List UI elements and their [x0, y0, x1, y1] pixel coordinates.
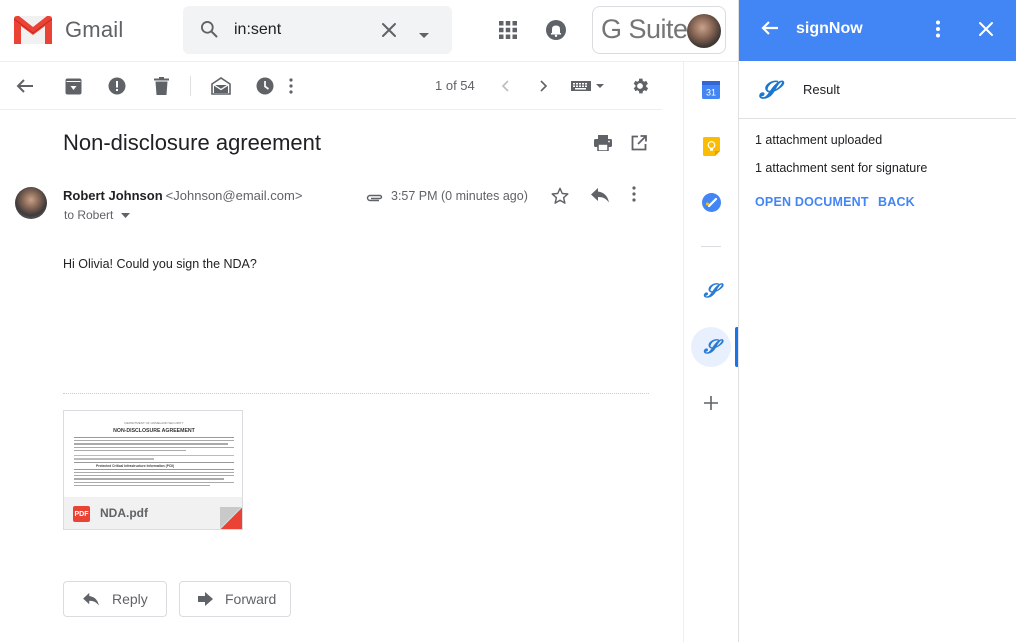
attachment-footer: PDF NDA.pdf — [64, 497, 242, 529]
recipient-details-dropdown-icon[interactable] — [121, 212, 131, 218]
pdf-file-icon: PDF — [73, 506, 90, 522]
back-button[interactable]: BACK — [878, 195, 915, 209]
plus-icon — [704, 396, 718, 410]
calendar-icon: 31 — [702, 81, 720, 99]
mark-as-unread-icon[interactable] — [211, 76, 231, 96]
keep-lightbulb-icon — [702, 136, 720, 156]
panel-header: signNow — [739, 0, 1016, 61]
panel-section-title: Result — [803, 82, 840, 97]
star-icon[interactable] — [550, 186, 570, 211]
preview-rule — [74, 437, 234, 438]
pagination-count: 1 of 54 — [435, 78, 475, 93]
search-options-dropdown-icon[interactable] — [419, 26, 429, 44]
email-body: Hi Olivia! Could you sign the NDA? — [63, 257, 257, 271]
clear-search-icon[interactable] — [379, 20, 399, 45]
open-in-new-window-icon[interactable] — [631, 135, 647, 156]
delete-icon[interactable] — [151, 76, 171, 96]
snooze-icon[interactable] — [255, 76, 275, 96]
gmail-wordmark: Gmail — [65, 17, 124, 42]
message-timestamp: 3:57 PM (0 minutes ago) — [391, 189, 528, 203]
back-arrow-icon[interactable] — [15, 76, 35, 96]
recipient-text: to Robert — [64, 208, 114, 222]
signnow-side-panel: signNow 𝓢 Result 1 attachment uploaded 1… — [738, 0, 1016, 642]
top-bar: Gmail in:sent G Suite — [0, 0, 738, 62]
gmail-window: Gmail in:sent G Suite 1 of 54 Non-disclo… — [0, 0, 1016, 642]
rail-signnow-addon[interactable]: 𝓢 — [696, 276, 726, 306]
gmail-logo[interactable] — [14, 16, 52, 44]
rail-get-addons[interactable] — [696, 388, 726, 418]
calendar-day: 31 — [706, 88, 716, 98]
forward-arrow-icon — [198, 592, 213, 606]
upload-status-text: 1 attachment uploaded — [755, 133, 883, 147]
search-icon[interactable] — [199, 19, 219, 44]
preview-text-lines-2 — [74, 471, 234, 487]
reply-arrow-icon — [83, 592, 99, 606]
preview-section: Protected Critical Infrastructure Inform… — [74, 461, 234, 470]
signnow-logo-icon: 𝓢 — [703, 280, 719, 302]
more-options-icon[interactable] — [281, 76, 301, 96]
signnow-brand-icon: 𝓢 — [759, 75, 778, 104]
google-apps-icon[interactable] — [498, 20, 518, 45]
signnow-active-logo-icon: 𝓢 — [703, 336, 719, 358]
gmail-logo-icon — [14, 16, 52, 44]
email-subject: Non-disclosure agreement — [63, 130, 322, 155]
panel-back-arrow-icon[interactable] — [761, 20, 779, 41]
sender-name[interactable]: Robert Johnson — [63, 188, 163, 203]
side-panel-rail: 31 𝓢 𝓢 — [683, 62, 739, 642]
gsuite-account-button[interactable]: G Suite — [592, 6, 726, 54]
forward-button[interactable]: Forward — [179, 581, 291, 617]
rail-tasks[interactable] — [696, 187, 726, 217]
attachment-preview: DEPARTMENT OF HOMELAND SECURITY NON-DISC… — [72, 417, 236, 497]
reply-button-label: Reply — [112, 591, 148, 607]
recipient-line[interactable]: to Robert — [64, 208, 131, 222]
message-more-options-icon[interactable] — [632, 186, 636, 207]
account-avatar[interactable] — [687, 14, 721, 48]
preview-title: NON-DISCLOSURE AGREEMENT — [113, 428, 195, 434]
panel-title: signNow — [796, 20, 863, 37]
rail-keep[interactable] — [696, 131, 726, 161]
panel-close-icon[interactable] — [978, 21, 994, 42]
rail-calendar[interactable]: 31 — [696, 75, 726, 105]
report-spam-icon[interactable] — [107, 76, 127, 96]
preview-text-lines — [74, 440, 234, 460]
older-chevron-icon[interactable] — [534, 76, 554, 96]
attachments-divider — [63, 393, 649, 394]
settings-gear-icon[interactable] — [630, 76, 650, 96]
newer-chevron-icon[interactable] — [495, 76, 515, 96]
search-bar[interactable]: in:sent — [183, 6, 452, 54]
toolbar-divider — [190, 76, 191, 96]
sender-line: Robert Johnson <Johnson@email.com> — [63, 188, 302, 203]
forward-button-label: Forward — [225, 591, 277, 607]
preview-header: DEPARTMENT OF HOMELAND SECURITY — [124, 421, 184, 425]
notifications-icon[interactable] — [545, 19, 567, 46]
message-toolbar: 1 of 54 — [0, 62, 662, 110]
sender-email: <Johnson@email.com> — [165, 188, 303, 203]
reply-button[interactable]: Reply — [63, 581, 167, 617]
print-icon[interactable] — [594, 135, 612, 156]
archive-icon[interactable] — [63, 76, 83, 96]
signature-status-text: 1 attachment sent for signature — [755, 161, 928, 175]
search-input[interactable]: in:sent — [234, 21, 281, 39]
open-document-button[interactable]: OPEN DOCUMENT — [755, 195, 869, 209]
reply-icon[interactable] — [590, 187, 610, 208]
rail-signnow-active[interactable]: 𝓢 — [696, 332, 726, 362]
gsuite-label: G Suite — [601, 14, 688, 44]
panel-more-options-icon[interactable] — [935, 20, 941, 43]
panel-section-header: 𝓢 Result — [739, 61, 1016, 119]
attachment-filename: NDA.pdf — [100, 506, 148, 520]
tasks-icon — [701, 192, 721, 212]
attachment-corner-fold — [220, 507, 242, 529]
attachment-paperclip-icon — [366, 190, 383, 208]
sender-avatar[interactable] — [15, 187, 47, 219]
input-tools-keyboard-icon[interactable] — [571, 76, 605, 96]
attachment-card[interactable]: DEPARTMENT OF HOMELAND SECURITY NON-DISC… — [63, 410, 243, 530]
rail-divider — [701, 246, 721, 247]
